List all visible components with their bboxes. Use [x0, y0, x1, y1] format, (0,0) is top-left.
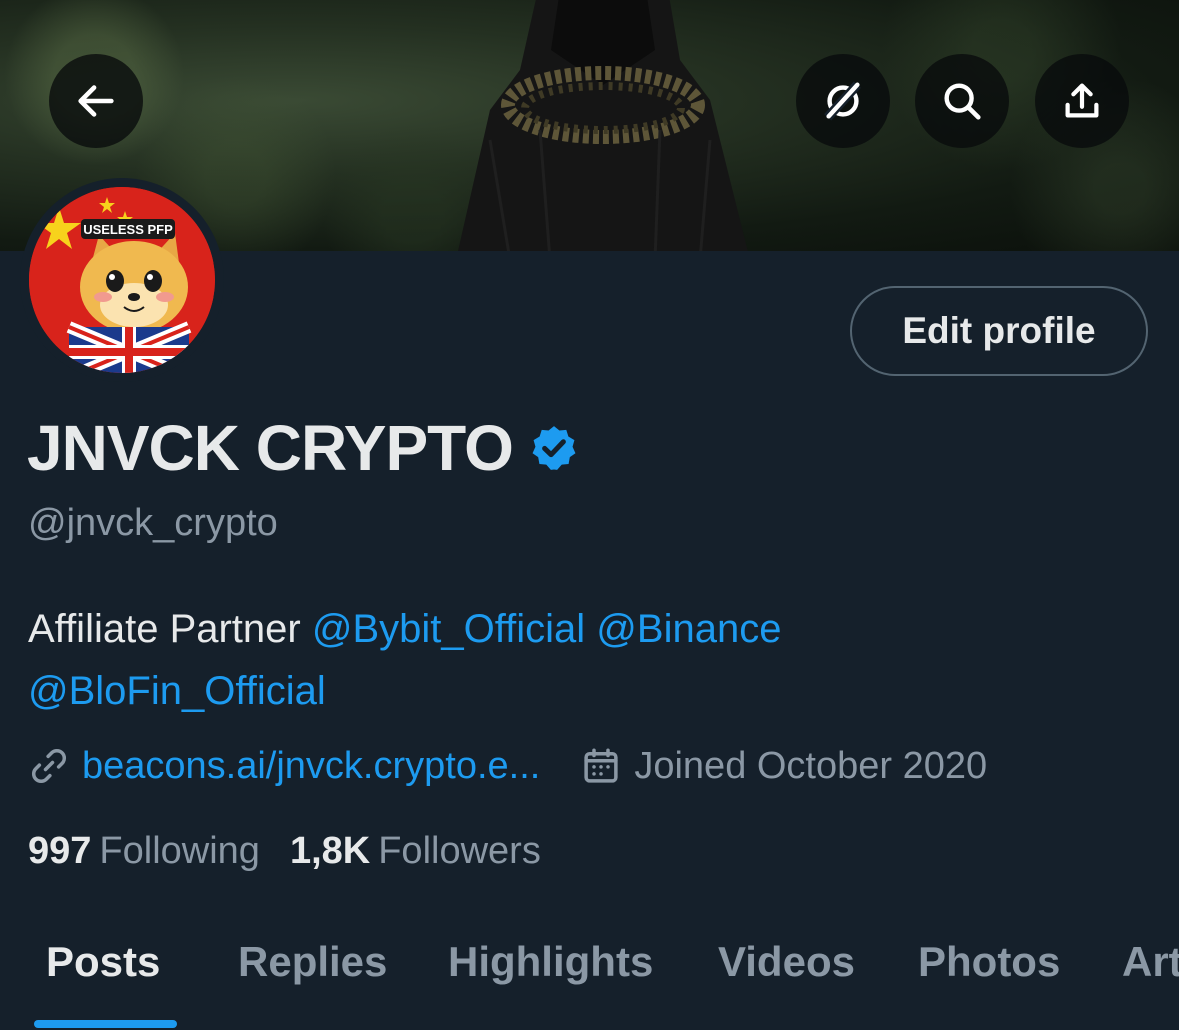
profile-link[interactable]: beacons.ai/jnvck.crypto.e...	[82, 745, 540, 788]
hooded-figure-image	[458, 0, 748, 251]
avatar-headband-text: USELESS PFP	[83, 222, 173, 237]
back-button[interactable]	[49, 54, 143, 148]
grok-icon	[824, 81, 861, 121]
tab-articles[interactable]: Articles	[1122, 938, 1179, 986]
following-stat[interactable]: 997 Following	[28, 826, 260, 876]
link-icon	[31, 748, 67, 784]
mention-blofin[interactable]: @BloFin_Official	[28, 669, 326, 713]
user-handle: @jnvck_crypto	[28, 502, 278, 544]
followers-stat[interactable]: 1,8K Followers	[290, 826, 541, 876]
mention-bybit[interactable]: @Bybit_Official	[312, 607, 585, 651]
avatar[interactable]: USELESS PFP	[29, 187, 215, 373]
profile-meta-row: beacons.ai/jnvck.crypto.e... Joined Octo…	[28, 740, 987, 792]
search-button[interactable]	[915, 54, 1009, 148]
calendar-icon	[584, 748, 618, 783]
share-button[interactable]	[1035, 54, 1129, 148]
share-icon	[1065, 83, 1099, 118]
follow-stats: 997 Following 1,8K Followers	[28, 826, 571, 876]
following-label: Following	[99, 830, 260, 872]
bio: Affiliate Partner @Bybit_Official @Binan…	[28, 598, 1128, 722]
verified-badge-icon[interactable]	[529, 423, 579, 473]
tab-videos[interactable]: Videos	[718, 938, 855, 986]
display-name-row: JNVCK CRYPTO	[27, 412, 579, 484]
bio-text: Affiliate Partner	[28, 607, 312, 651]
search-icon	[944, 83, 981, 120]
display-name: JNVCK CRYPTO	[27, 412, 514, 484]
profile-tabs: Posts Replies Highlights Videos Photos A…	[0, 930, 1179, 1030]
join-date: Joined October 2020	[634, 744, 988, 787]
following-count: 997	[28, 830, 92, 872]
mention-binance[interactable]: @Binance	[596, 607, 781, 651]
active-tab-indicator	[34, 1020, 177, 1028]
tab-highlights[interactable]: Highlights	[448, 938, 653, 986]
tab-photos[interactable]: Photos	[918, 938, 1060, 986]
tab-posts[interactable]: Posts	[46, 938, 160, 986]
tab-replies[interactable]: Replies	[238, 938, 387, 986]
arrow-left-icon	[78, 85, 114, 117]
avatar-image: USELESS PFP	[29, 187, 215, 373]
grok-button[interactable]	[796, 54, 890, 148]
followers-count: 1,8K	[289, 830, 371, 872]
edit-profile-button[interactable]: Edit profile	[850, 286, 1148, 376]
followers-label: Followers	[378, 830, 541, 872]
profile-page: USELESS PFP Edit profile JNVCK CRYPTO @j…	[0, 0, 1179, 1030]
